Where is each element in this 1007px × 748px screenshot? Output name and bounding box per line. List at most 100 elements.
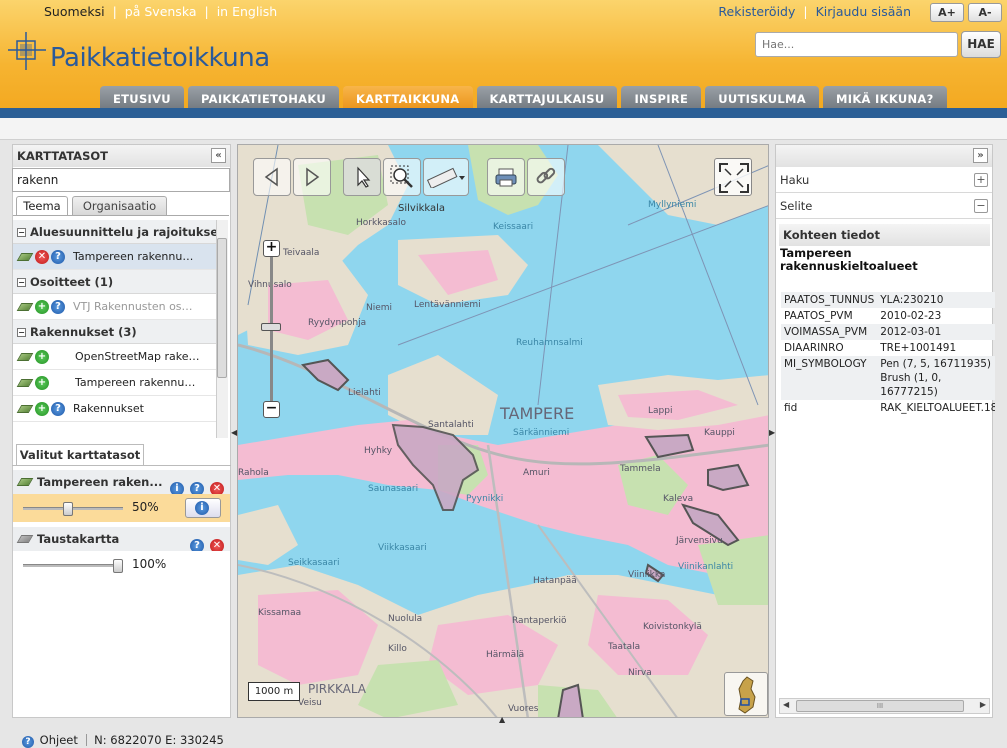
collapse-left-icon[interactable]: «	[211, 148, 226, 163]
scroll-left-icon[interactable]: ◀	[783, 700, 789, 709]
feature-name: Tampereen rakennuskieltoalueet	[780, 246, 918, 273]
auth-bar: Rekisteröidy | Kirjaudu sisään	[718, 4, 911, 19]
measure-tool-button[interactable]	[423, 158, 469, 196]
legend-section[interactable]: Selite −	[776, 193, 992, 219]
history-forward-button[interactable]	[293, 158, 331, 196]
place-label: Kissamaa	[258, 608, 301, 618]
layer-group[interactable]: − Aluesuunnittelu ja rajoitukse...	[13, 220, 216, 244]
remove-icon[interactable]: ✕	[35, 249, 49, 264]
help-icon[interactable]: ?	[51, 401, 65, 416]
place-label: Nuolula	[388, 614, 422, 624]
layer-list-scroll-thumb[interactable]	[217, 238, 227, 378]
layer-group[interactable]: − Osoitteet (1)	[13, 270, 216, 294]
opacity-slider[interactable]	[23, 559, 123, 573]
selected-layer-controls: 50% i	[13, 494, 230, 522]
back-arrow-icon	[264, 167, 278, 187]
lang-swedish[interactable]: på Svenska	[125, 4, 197, 19]
search-section[interactable]: Haku +	[776, 167, 992, 193]
scroll-right-icon[interactable]: ▶	[980, 700, 986, 709]
index-map-button[interactable]	[724, 672, 768, 716]
search-input[interactable]	[755, 32, 958, 57]
help-icon[interactable]: ?	[51, 249, 65, 264]
collapse-icon[interactable]: −	[17, 328, 26, 337]
attribute-value: 2010-02-23	[880, 310, 942, 322]
add-icon[interactable]: +	[35, 299, 49, 314]
collapse-icon[interactable]: −	[17, 278, 26, 287]
add-icon[interactable]: +	[35, 349, 49, 364]
zoom-box-button[interactable]	[383, 158, 421, 196]
collapse-left-arrow-icon[interactable]: ◀	[231, 428, 237, 438]
collapse-bottom-arrow-icon[interactable]: ▲	[499, 716, 509, 724]
collapse-icon[interactable]: −	[974, 199, 988, 213]
help-link[interactable]: Ohjeet	[40, 733, 78, 747]
collapse-right-icon[interactable]: »	[973, 148, 988, 163]
link-button[interactable]	[527, 158, 565, 196]
tab-organisaatio[interactable]: Organisaatio	[72, 196, 167, 215]
tab-teema[interactable]: Teema	[16, 196, 68, 215]
layer-row[interactable]: ✕ ? Tampereen rakennuskie...	[13, 244, 216, 270]
fullscreen-button[interactable]	[714, 158, 752, 196]
place-label: Kaleva	[663, 494, 693, 504]
tab-selected-layers[interactable]: Valitut karttatasot	[16, 444, 144, 466]
login-link[interactable]: Kirjaudu sisään	[816, 4, 911, 19]
add-icon[interactable]: +	[35, 401, 49, 416]
tab-line	[12, 465, 231, 466]
collapse-icon[interactable]: −	[17, 228, 26, 237]
info-tool-button[interactable]: i	[185, 498, 221, 518]
lang-finnish[interactable]: Suomeksi	[44, 4, 105, 19]
selected-layer-header[interactable]: Taustakartta ? ✕	[13, 527, 230, 551]
layer-row[interactable]: + ? VTJ Rakennusten osoit...	[13, 294, 216, 320]
help-icon[interactable]: ?	[189, 539, 204, 551]
zoom-in-button[interactable]: +	[263, 240, 280, 257]
layer-name: Tampereen rakennukset	[75, 376, 200, 389]
region-label: PIRKKALA	[308, 682, 367, 696]
opacity-slider-knob[interactable]	[113, 559, 123, 573]
help-icon[interactable]: ?	[189, 482, 204, 494]
opacity-slider[interactable]	[23, 502, 123, 516]
expand-icon[interactable]: +	[974, 173, 988, 187]
select-tool-button[interactable]	[343, 158, 381, 196]
forward-arrow-icon	[306, 167, 320, 187]
group-label: Osoitteet (1)	[30, 275, 114, 289]
help-icon[interactable]: ?	[51, 299, 65, 314]
history-back-button[interactable]	[253, 158, 291, 196]
place-label: Rahola	[238, 468, 269, 478]
section-label: Selite	[780, 199, 813, 213]
place-label: Lentävänniemi	[414, 300, 481, 310]
opacity-slider-knob[interactable]	[63, 502, 73, 516]
search-button[interactable]: HAE	[961, 31, 1001, 58]
fullscreen-icon	[719, 163, 749, 193]
font-larger-button[interactable]: A+	[930, 3, 964, 22]
place-label: Viikkasaari	[378, 543, 427, 553]
zoom-out-button[interactable]: −	[263, 401, 280, 418]
layer-row[interactable]: + OpenStreetMap rakenn...	[13, 344, 216, 370]
layer-row[interactable]: + Tampereen rakennukset	[13, 370, 216, 396]
logo-icon[interactable]	[8, 32, 46, 70]
map-view[interactable]: Silvikkala Teivaala Horkkasalo Keissaari…	[237, 144, 769, 718]
layer-row[interactable]: + ? Rakennukset	[13, 396, 216, 422]
place-label: Keissaari	[493, 222, 533, 232]
print-button[interactable]	[487, 158, 525, 196]
vector-layer-icon	[16, 302, 34, 311]
place-label: Niemi	[366, 303, 392, 313]
layer-filter-input[interactable]: rakenn	[12, 168, 230, 192]
add-icon[interactable]: +	[35, 375, 49, 390]
info-scroll-thumb[interactable]: III	[796, 700, 964, 712]
logo-text[interactable]: Paikkatietoikkuna	[50, 43, 270, 73]
remove-icon[interactable]: ✕	[210, 482, 224, 494]
layer-group[interactable]: − Rakennukset (3)	[13, 320, 216, 344]
selected-layer-controls: 100%	[13, 551, 230, 579]
link-icon	[536, 167, 556, 184]
opacity-value: 50%	[132, 500, 159, 514]
register-link[interactable]: Rekisteröidy	[718, 4, 795, 19]
pointer-icon	[357, 166, 371, 188]
selected-layer-header[interactable]: Tampereen raken... i ? ✕	[13, 470, 230, 494]
info-icon[interactable]: i	[169, 482, 184, 494]
city-label: TAMPERE	[499, 404, 574, 423]
lang-english[interactable]: in English	[217, 4, 278, 19]
font-smaller-button[interactable]: A-	[968, 3, 1002, 22]
help-icon[interactable]: ?	[22, 736, 34, 748]
remove-icon[interactable]: ✕	[210, 539, 224, 551]
zoom-slider-knob[interactable]	[261, 323, 281, 331]
layer-name: OpenStreetMap rakenn...	[75, 350, 200, 363]
